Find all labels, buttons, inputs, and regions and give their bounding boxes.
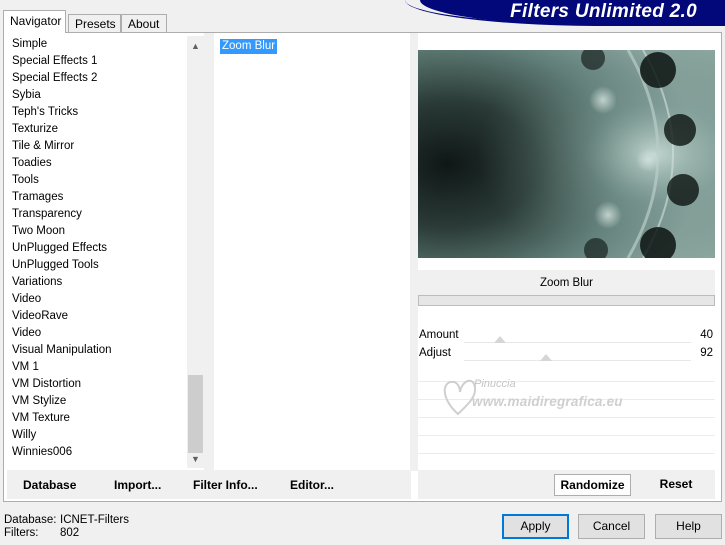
category-item[interactable]: Video — [7, 325, 187, 342]
database-button[interactable]: Database — [23, 478, 76, 492]
left-toolbar: Database Import... Filter Info... Editor… — [7, 470, 411, 499]
preview-image — [418, 50, 715, 258]
category-item[interactable]: Tools — [7, 172, 187, 189]
category-item[interactable]: Video — [7, 291, 187, 308]
scroll-up-icon[interactable]: ▲ — [187, 38, 204, 55]
filter-list[interactable]: Zoom Blur — [214, 36, 410, 468]
scroll-thumb[interactable] — [188, 375, 203, 453]
category-item[interactable]: UnPlugged Tools — [7, 257, 187, 274]
param-value: 92 — [700, 347, 713, 359]
filter-item-selected[interactable]: Zoom Blur — [220, 39, 278, 54]
database-label: Database: — [4, 514, 57, 526]
category-item[interactable]: Visual Manipulation — [7, 342, 187, 359]
category-list[interactable]: Simple Special Effects 1 Special Effects 2… — [7, 36, 187, 468]
category-item[interactable]: VM 1 — [7, 359, 187, 376]
category-item[interactable]: Sybia — [7, 87, 187, 104]
category-item[interactable]: Variations — [7, 274, 187, 291]
category-item[interactable]: Special Effects 1 — [7, 53, 187, 70]
category-item[interactable]: Toadies — [7, 155, 187, 172]
category-item[interactable]: Simple — [7, 36, 187, 53]
param-label: Amount — [419, 329, 459, 341]
category-item[interactable]: Transparency — [7, 206, 187, 223]
category-scrollbar[interactable]: ▲ ▼ — [187, 36, 204, 468]
divider — [410, 33, 418, 471]
slider-thumb[interactable] — [493, 336, 506, 343]
app-title: Filters Unlimited 2.0 — [420, 0, 725, 24]
category-item[interactable]: VideoRave — [7, 308, 187, 325]
editor-button[interactable]: Editor... — [290, 478, 334, 492]
filters-count-label: Filters: — [4, 527, 39, 539]
category-item[interactable]: VM Stylize — [7, 393, 187, 410]
divider — [418, 453, 715, 454]
filters-count-value: 802 — [60, 527, 80, 539]
help-button[interactable]: Help — [655, 514, 722, 539]
filter-info-button[interactable]: Filter Info... — [193, 478, 258, 492]
category-item[interactable]: Tramages — [7, 189, 187, 206]
divider — [418, 435, 715, 436]
category-item[interactable]: Tile & Mirror — [7, 138, 187, 155]
param-label: Adjust — [419, 347, 451, 359]
category-item[interactable]: Willy — [7, 427, 187, 444]
slider-track[interactable] — [464, 360, 691, 361]
category-item[interactable]: VM Distortion — [7, 376, 187, 393]
category-item[interactable]: Special Effects 2 — [7, 70, 187, 87]
category-item[interactable]: Texturize — [7, 121, 187, 138]
param-adjust[interactable]: Adjust 92 — [418, 345, 715, 362]
cancel-button[interactable]: Cancel — [578, 514, 645, 539]
apply-button[interactable]: Apply — [502, 514, 569, 539]
import-button[interactable]: Import... — [114, 478, 161, 492]
divider — [204, 33, 214, 471]
tab-about[interactable]: About — [121, 14, 167, 32]
category-item[interactable]: Two Moon — [7, 223, 187, 240]
database-value: ICNET-Filters — [60, 514, 129, 526]
param-amount[interactable]: Amount 40 — [418, 327, 715, 344]
randomize-button[interactable]: Randomize — [554, 474, 631, 496]
slider-thumb[interactable] — [539, 354, 552, 361]
category-item[interactable]: VM Texture — [7, 410, 187, 427]
watermark-name: Pinuccia — [474, 378, 516, 390]
watermark: Pinuccia www.maidiregrafica.eu — [438, 370, 668, 430]
param-value: 40 — [700, 329, 713, 341]
watermark-url: www.maidiregrafica.eu — [472, 394, 623, 409]
scroll-down-icon[interactable]: ▼ — [187, 451, 204, 468]
filter-name-display: Zoom Blur — [418, 270, 715, 296]
tab-presets[interactable]: Presets — [68, 14, 121, 32]
category-item[interactable]: Winnies006 — [7, 444, 187, 461]
tab-navigator[interactable]: Navigator — [3, 10, 66, 33]
category-item[interactable]: Teph's Tricks — [7, 104, 187, 121]
category-item[interactable]: UnPlugged Effects — [7, 240, 187, 257]
progress-bar — [418, 295, 715, 306]
reset-button[interactable]: Reset — [646, 474, 706, 496]
